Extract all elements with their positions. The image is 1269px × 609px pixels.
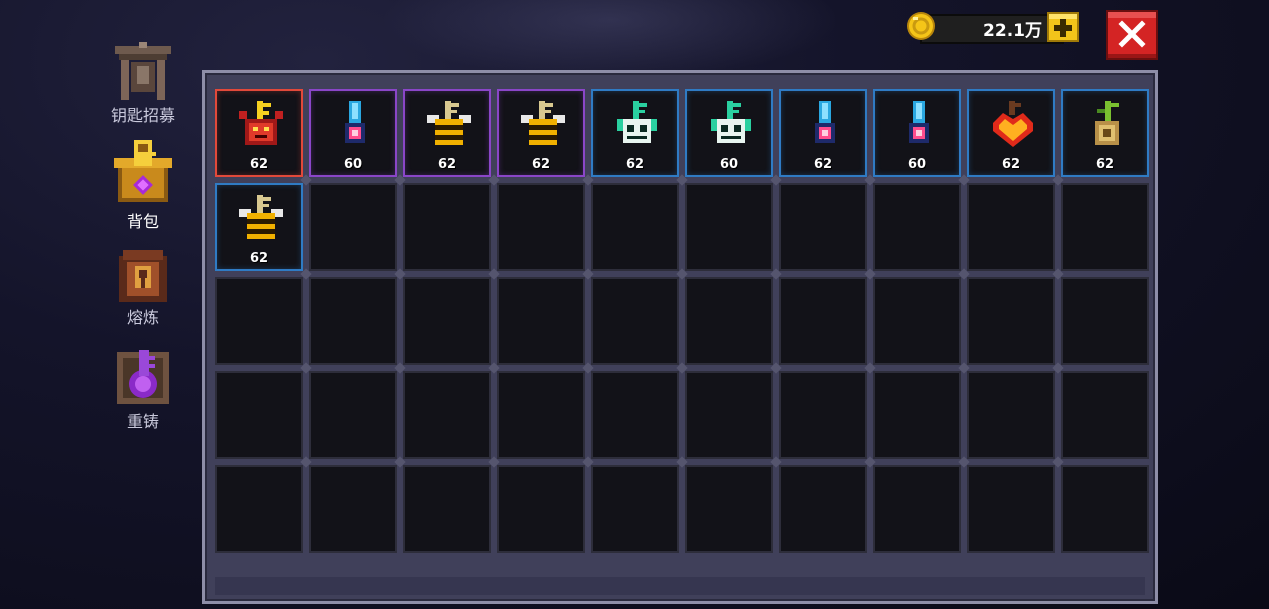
- bee-key-icon: [521, 101, 565, 145]
- inventory-panel: 62 60 62 62 62 60 62 60 62 62 62: [202, 70, 1158, 604]
- inventory-slot-empty[interactable]: [685, 371, 773, 459]
- gold-currency-bar: 22.1万: [906, 11, 1080, 44]
- inventory-slot-skull-key[interactable]: 60: [685, 89, 773, 177]
- inventory-slot-empty[interactable]: [591, 277, 679, 365]
- inventory-slot-empty[interactable]: [1061, 371, 1149, 459]
- game-screen: 22.1万 钥匙招募 背包 熔炼 重铸 62 60 62 62 62 60 62…: [0, 0, 1269, 609]
- inventory-slot-empty[interactable]: [779, 465, 867, 553]
- inventory-slot-cyan-crystal-key[interactable]: 62: [779, 89, 867, 177]
- sidebar-item-label: 熔炼: [126, 308, 159, 327]
- sidebar-item-smelt[interactable]: 熔炼: [100, 246, 186, 328]
- furnace-key-icon: [119, 250, 167, 302]
- inventory-slot-empty[interactable]: [497, 371, 585, 459]
- inventory-slot-empty[interactable]: [779, 183, 867, 271]
- inventory-slot-empty[interactable]: [967, 465, 1055, 553]
- inventory-slot-empty[interactable]: [685, 465, 773, 553]
- cyan-crystal-key-icon: [345, 101, 365, 143]
- inventory-slot-empty[interactable]: [873, 371, 961, 459]
- cyan-crystal-key-icon: [815, 101, 835, 143]
- inventory-slot-cyan-crystal-key[interactable]: 60: [873, 89, 961, 177]
- sidebar-item-label: 钥匙招募: [110, 106, 175, 125]
- inventory-slot-empty[interactable]: [309, 183, 397, 271]
- item-level: 62: [1001, 157, 1021, 172]
- inventory-slot-empty[interactable]: [591, 183, 679, 271]
- vine-key-icon: [1095, 101, 1119, 145]
- item-level: 62: [625, 157, 645, 172]
- inventory-slot-empty[interactable]: [685, 277, 773, 365]
- inventory-slot-empty[interactable]: [309, 277, 397, 365]
- inventory-slot-empty[interactable]: [967, 371, 1055, 459]
- inventory-slot-cyan-crystal-key[interactable]: 60: [309, 89, 397, 177]
- inventory-slot-empty[interactable]: [873, 465, 961, 553]
- inventory-slot-empty[interactable]: [309, 371, 397, 459]
- item-level: 62: [249, 157, 269, 172]
- inventory-slot-empty[interactable]: [1061, 183, 1149, 271]
- inventory-slot-empty[interactable]: [1061, 277, 1149, 365]
- skull-key-icon: [617, 101, 657, 143]
- inventory-slot-empty[interactable]: [309, 465, 397, 553]
- inventory-slot-empty[interactable]: [591, 371, 679, 459]
- item-level: 60: [907, 157, 927, 172]
- inventory-slot-bee-key[interactable]: 62: [497, 89, 585, 177]
- inventory-slot-skull-key[interactable]: 62: [591, 89, 679, 177]
- cyan-crystal-key-icon: [909, 101, 929, 143]
- inventory-slot-empty[interactable]: [685, 183, 773, 271]
- add-gold-button[interactable]: [1046, 11, 1080, 43]
- inventory-slot-empty[interactable]: [873, 277, 961, 365]
- item-level: 62: [813, 157, 833, 172]
- golden-key-chest-icon: [114, 140, 172, 202]
- inventory-grid: 62 60 62 62 62 60 62 60 62 62 62: [215, 89, 1151, 565]
- inventory-slot-empty[interactable]: [403, 277, 491, 365]
- inventory-slot-empty[interactable]: [779, 277, 867, 365]
- inventory-slot-empty[interactable]: [591, 465, 679, 553]
- bee-key-icon: [427, 101, 471, 145]
- inventory-slot-empty[interactable]: [215, 465, 303, 553]
- inventory-slot-demon-key[interactable]: 62: [215, 89, 303, 177]
- inventory-slot-empty[interactable]: [779, 371, 867, 459]
- inventory-slot-empty[interactable]: [873, 183, 961, 271]
- inventory-slot-empty[interactable]: [215, 371, 303, 459]
- inventory-slot-vine-key[interactable]: 62: [1061, 89, 1149, 177]
- inventory-slot-empty[interactable]: [215, 277, 303, 365]
- inventory-slot-empty[interactable]: [403, 183, 491, 271]
- item-level: 62: [437, 157, 457, 172]
- inventory-slot-empty[interactable]: [1061, 465, 1149, 553]
- panel-bottom-strip: [215, 577, 1145, 595]
- gold-amount: 22.1万: [983, 21, 1042, 41]
- inventory-slot-bee-key[interactable]: 62: [215, 183, 303, 271]
- close-x-icon: [1106, 10, 1158, 60]
- sidebar-item-label: 重铸: [126, 412, 159, 431]
- inventory-slot-empty[interactable]: [497, 277, 585, 365]
- plus-icon: [1047, 12, 1079, 42]
- bee-key-icon: [239, 195, 283, 239]
- item-level: 62: [531, 157, 551, 172]
- inventory-slot-bee-key[interactable]: 62: [403, 89, 491, 177]
- item-level: 62: [1095, 157, 1115, 172]
- demon-key-icon: [239, 101, 283, 145]
- sidebar-item-label: 背包: [126, 212, 159, 231]
- inventory-slot-heart-key[interactable]: 62: [967, 89, 1055, 177]
- item-level: 60: [719, 157, 739, 172]
- inventory-slot-empty[interactable]: [967, 277, 1055, 365]
- close-button[interactable]: [1106, 10, 1158, 60]
- gold-coin-icon: [907, 12, 935, 40]
- inventory-slot-empty[interactable]: [497, 465, 585, 553]
- inventory-slot-empty[interactable]: [403, 371, 491, 459]
- item-level: 60: [343, 157, 363, 172]
- item-level: 62: [249, 251, 269, 266]
- inventory-slot-empty[interactable]: [497, 183, 585, 271]
- skull-key-icon: [711, 101, 751, 143]
- recruit-shrine-icon: [115, 42, 171, 100]
- recast-purple-key-icon: [117, 350, 169, 404]
- sidebar-item-recruit[interactable]: 钥匙招募: [100, 42, 186, 126]
- sidebar-item-recast[interactable]: 重铸: [100, 348, 186, 432]
- inventory-slot-empty[interactable]: [403, 465, 491, 553]
- heart-key-icon: [993, 101, 1033, 147]
- sidebar-item-backpack[interactable]: 背包: [100, 138, 186, 232]
- inventory-slot-empty[interactable]: [967, 183, 1055, 271]
